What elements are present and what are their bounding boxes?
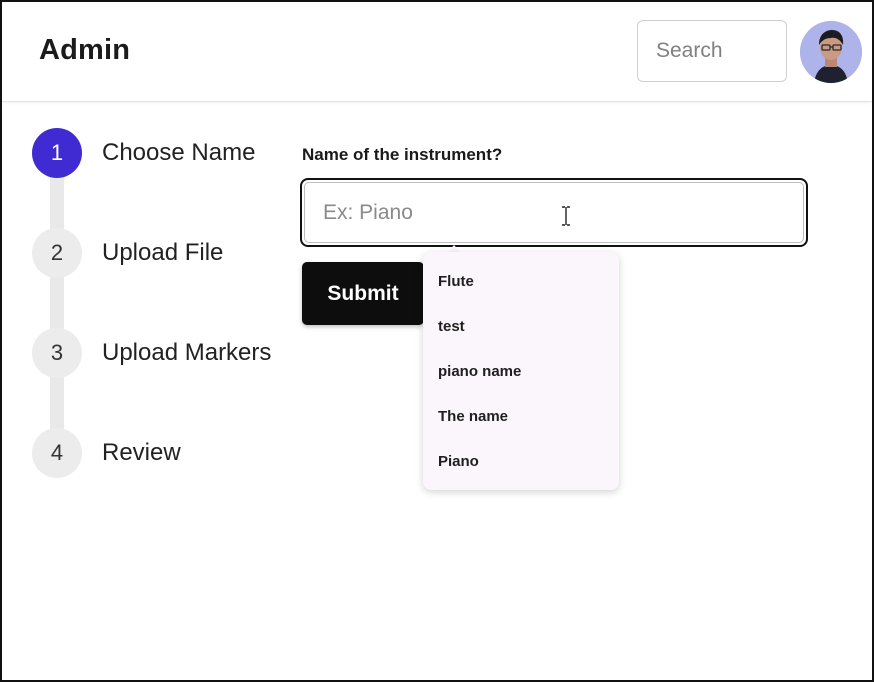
top-header: Admin [2, 2, 872, 102]
step-number-badge: 2 [32, 228, 82, 278]
search-input[interactable] [637, 20, 787, 82]
suggestion-item[interactable]: The name [423, 394, 619, 439]
step-label: Upload File [102, 239, 224, 266]
instrument-name-focus-ring [300, 178, 808, 247]
suggestion-item[interactable]: Piano [423, 439, 619, 484]
step-number-badge: 3 [32, 328, 82, 378]
step-label: Upload Markers [102, 339, 272, 366]
step-number-badge: 4 [32, 428, 82, 478]
avatar-image [800, 21, 862, 83]
step-number-badge: 1 [32, 128, 82, 178]
suggestion-item[interactable]: Flute [423, 259, 619, 304]
text-cursor-icon [562, 206, 570, 226]
step-label: Review [102, 439, 181, 466]
submit-button[interactable]: Submit [302, 262, 424, 325]
suggestion-item[interactable]: test [423, 304, 619, 349]
app-title: Admin [39, 34, 131, 66]
step-upload-markers[interactable]: 3 Upload Markers [32, 328, 271, 378]
stepper: 1 Choose Name 2 Upload File 3 Upload Mar… [32, 128, 292, 488]
suggestion-item[interactable]: piano name [423, 349, 619, 394]
step-choose-name[interactable]: 1 Choose Name [32, 128, 255, 178]
avatar[interactable] [800, 21, 862, 83]
instrument-name-input[interactable] [304, 182, 804, 243]
step-upload-file[interactable]: 2 Upload File [32, 228, 223, 278]
stepper-track [50, 152, 64, 452]
instrument-name-label: Name of the instrument? [302, 145, 503, 164]
step-review[interactable]: 4 Review [32, 428, 181, 478]
step-label: Choose Name [102, 139, 256, 166]
app-frame: Admin 1 Choose Name 2 Upload File [0, 0, 874, 682]
autocomplete-suggestions: Flute test piano name The name Piano [423, 252, 619, 490]
